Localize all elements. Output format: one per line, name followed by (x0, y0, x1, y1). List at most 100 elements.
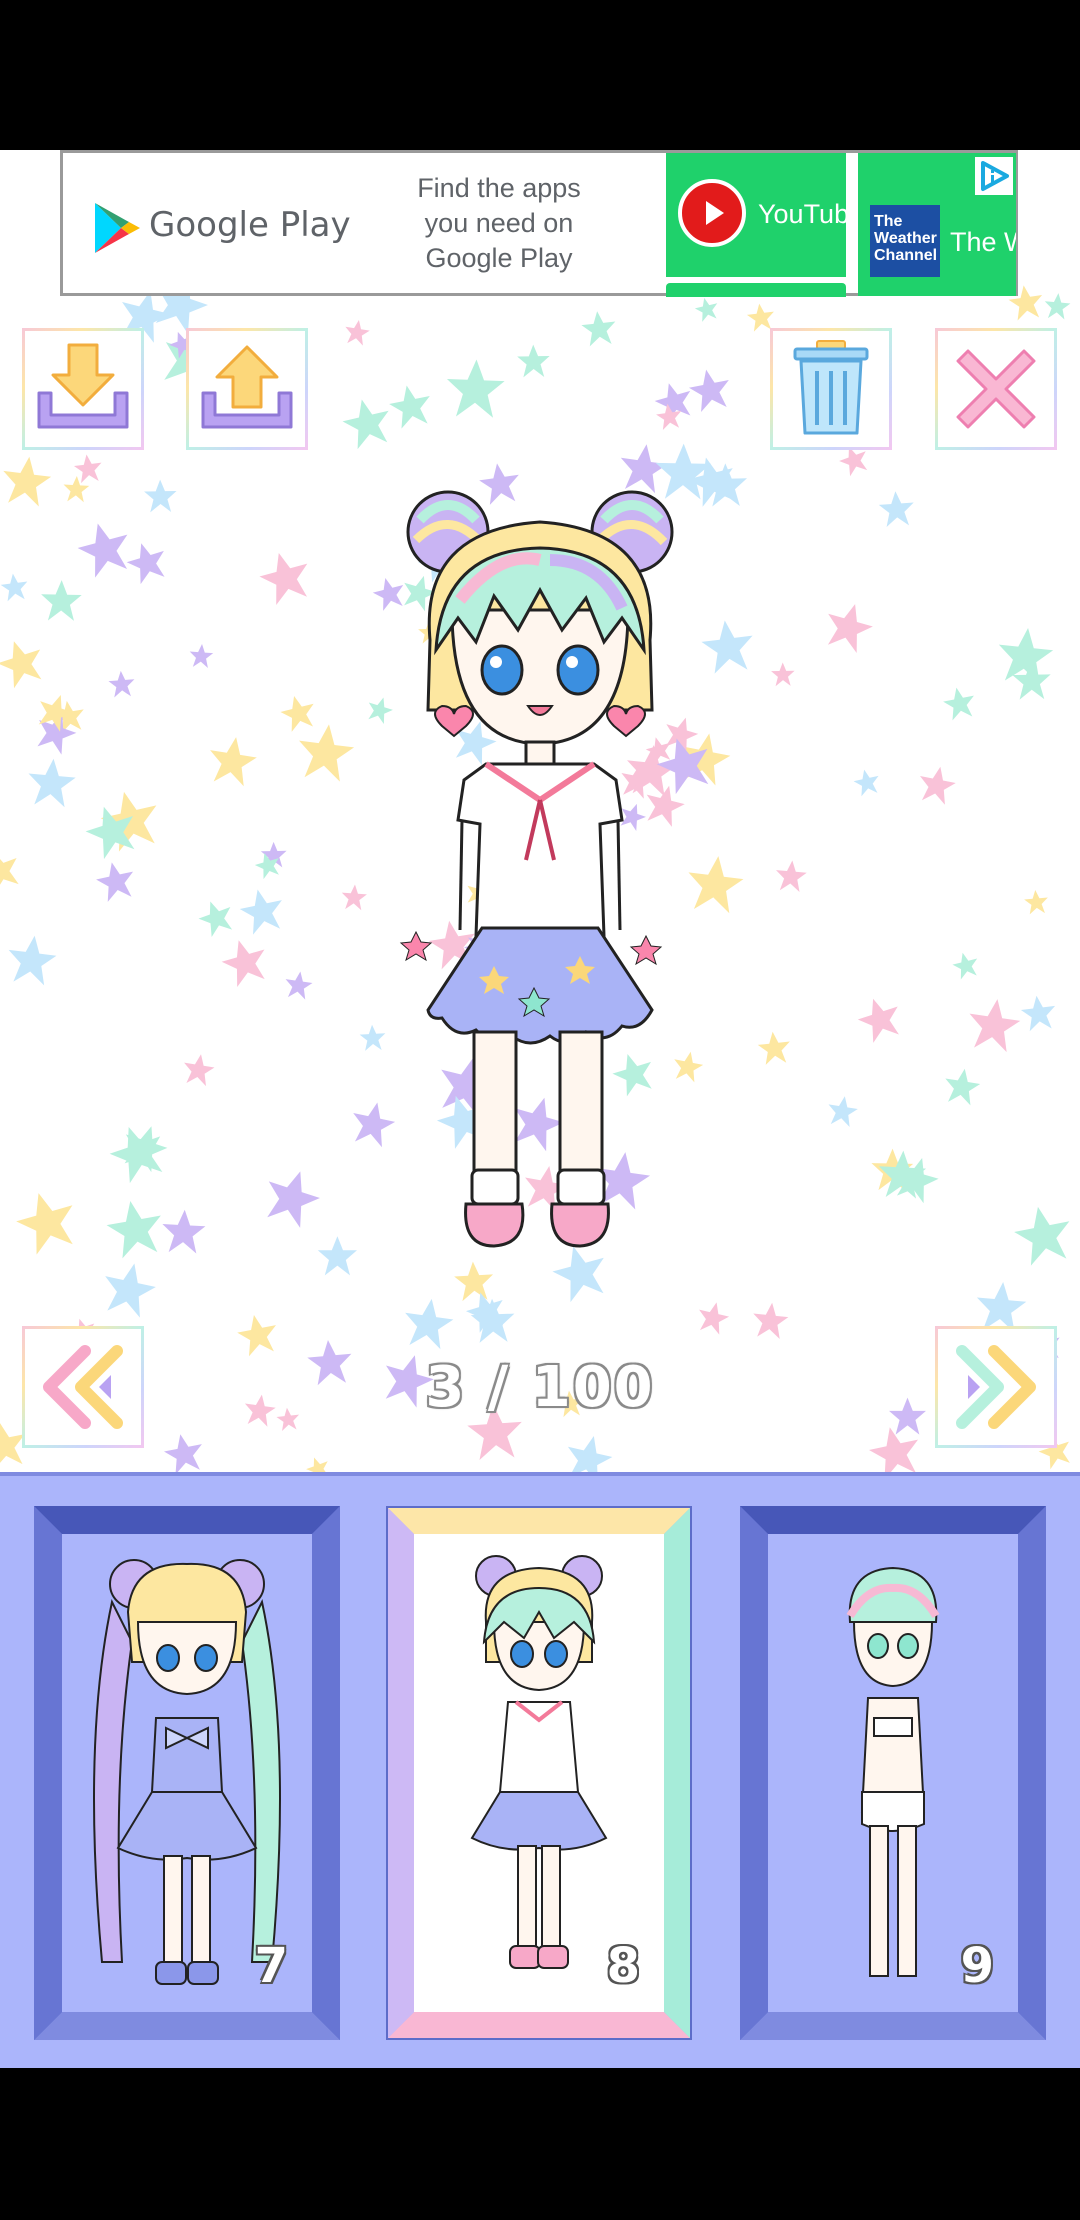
slot-number: 8 (606, 1938, 640, 1994)
decorative-star (359, 1024, 387, 1052)
decorative-star (0, 572, 30, 602)
ad-tile-weather-label: The W (950, 227, 1016, 257)
decorative-star (877, 490, 916, 528)
next-doll-button[interactable] (935, 1326, 1057, 1448)
doll-slot-8[interactable]: 8 (386, 1506, 692, 2040)
decorative-star (205, 733, 260, 788)
decorative-star (194, 895, 238, 940)
slot-number: 9 (960, 1938, 994, 1994)
decorative-star (107, 670, 136, 698)
decorative-star (684, 852, 746, 915)
upload-icon (201, 345, 293, 429)
system-navigation-bar (0, 2068, 1080, 2220)
upload-button[interactable] (186, 328, 308, 450)
doll-thumbnail-8 (470, 1555, 608, 1969)
download-icon (37, 343, 129, 429)
decorative-star (188, 643, 214, 669)
decorative-star (1019, 993, 1058, 1032)
decorative-star (303, 1453, 333, 1472)
decorative-star (72, 516, 136, 580)
decorative-star (774, 859, 808, 893)
ad-tile-strip (666, 283, 846, 297)
decorative-star (0, 844, 26, 896)
decorative-star (40, 579, 82, 622)
decorative-star (770, 662, 795, 687)
decorative-star (342, 318, 372, 347)
decorative-star (10, 1185, 83, 1258)
decorative-star (340, 883, 368, 911)
decorative-star (694, 1298, 732, 1336)
doll-counter: 3 / 100 (425, 1355, 655, 1420)
decorative-star (160, 1208, 207, 1254)
decorative-star (400, 1295, 456, 1351)
doll-slot-7[interactable]: 7 (34, 1506, 340, 2040)
decorative-star (853, 992, 907, 1046)
doll-thumbnail-7 (93, 1559, 281, 1985)
close-icon (956, 349, 1036, 429)
decorative-star (236, 885, 288, 937)
slot-number: 7 (254, 1938, 288, 1994)
google-play-icon (95, 203, 140, 253)
decorative-star (915, 763, 959, 806)
weather-channel-logo: The Weather Channel (870, 205, 940, 277)
ad-copy-text: Find the apps you need on Google Play (417, 173, 581, 273)
decorative-star (964, 995, 1023, 1054)
ad-app-tile-youtube[interactable]: YouTub (666, 153, 846, 277)
delete-button[interactable] (770, 328, 892, 450)
decorative-star (338, 394, 396, 451)
decorative-star (0, 634, 50, 691)
decorative-star (386, 381, 435, 431)
decorative-star (516, 344, 551, 378)
decorative-star (180, 1051, 217, 1088)
trash-icon (793, 340, 869, 435)
decorative-star (117, 1119, 173, 1175)
doll-stage: Google Play Find the apps you need on Go… (0, 150, 1080, 1472)
decorative-star (0, 453, 54, 508)
decorative-star (561, 1430, 617, 1472)
decorative-star (693, 295, 721, 323)
decorative-star (161, 1430, 207, 1472)
decorative-star (103, 1196, 168, 1261)
ad-brand-text: Google Play (149, 205, 351, 245)
decorative-star (122, 537, 172, 587)
decorative-star (62, 475, 90, 503)
decorative-star (950, 949, 982, 981)
decorative-star (4, 932, 59, 987)
decorative-star (851, 766, 882, 798)
decorative-star (445, 358, 506, 419)
decorative-star (1023, 889, 1050, 915)
status-bar (0, 0, 1080, 150)
ad-tile-youtube-label: YouTub (758, 199, 846, 229)
double-chevron-right-icon (956, 1345, 1036, 1429)
decorative-star (277, 691, 319, 734)
decorative-star (580, 309, 618, 347)
decorative-star (750, 1300, 790, 1340)
decorative-star (143, 479, 177, 513)
decorative-star (1010, 1201, 1077, 1268)
decorative-star (254, 546, 316, 608)
doll-preview[interactable] (390, 480, 690, 1270)
youtube-icon (678, 179, 746, 247)
decorative-star (217, 934, 273, 990)
doll-slot-9[interactable]: 9 (740, 1506, 1046, 2040)
decorative-star (819, 597, 878, 656)
decorative-star (283, 969, 314, 1001)
ad-banner[interactable]: Google Play Find the apps you need on Go… (60, 150, 1018, 297)
decorative-star (93, 858, 139, 904)
doll-thumbnail-9 (846, 1566, 940, 1977)
decorative-star (825, 1093, 860, 1128)
decorative-star (98, 1258, 160, 1320)
decorative-star (258, 1163, 326, 1231)
decorative-star (25, 756, 78, 808)
decorative-star (756, 1030, 792, 1066)
decorative-star (1043, 292, 1072, 320)
decorative-star (941, 684, 978, 722)
decorative-star (686, 365, 734, 414)
decorative-star (294, 721, 357, 783)
close-button[interactable] (935, 328, 1057, 450)
decorative-star (317, 1236, 357, 1276)
adchoices-icon[interactable] (975, 157, 1013, 195)
decorative-star (234, 1311, 281, 1358)
download-button[interactable] (22, 328, 144, 450)
doll-slot-selector: 7 8 9 (0, 1472, 1080, 2068)
